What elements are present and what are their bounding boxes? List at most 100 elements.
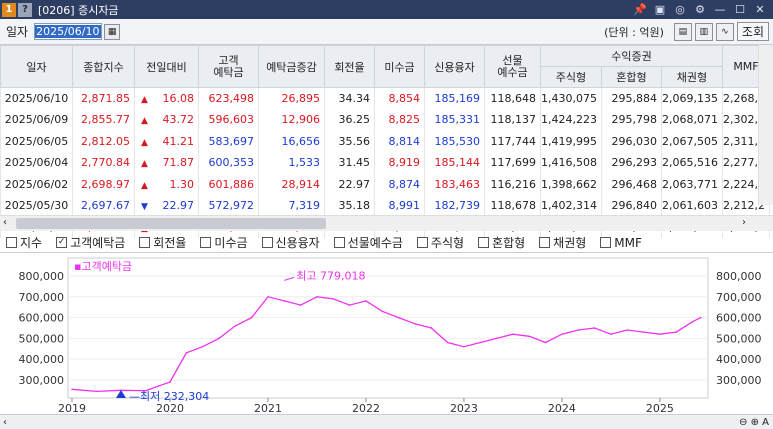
checkbox-box[interactable] [478, 237, 490, 248]
query-button[interactable]: 조회 [736, 22, 769, 41]
minimize-icon[interactable]: — [713, 3, 727, 16]
series-checkbox[interactable]: 선물예수금 [333, 234, 403, 251]
checkbox-label: 채권형 [553, 236, 587, 250]
scroll-right-icon[interactable]: › [742, 217, 746, 228]
checkbox-box[interactable] [200, 237, 212, 248]
table-view-icon[interactable]: ▤ [673, 22, 692, 41]
cell-deposit-change-value: 7,319 [288, 199, 321, 213]
settings-icon[interactable]: ⚙ [693, 3, 707, 16]
cell-turnover: 31.45 [324, 152, 375, 174]
cell-credit-value: 183,463 [434, 177, 481, 191]
col-deposit-change[interactable]: 예탁금증감 [258, 45, 325, 88]
series-checkbox[interactable]: 주식형 [416, 234, 464, 251]
col-stock-fund[interactable]: 주식형 [540, 66, 602, 88]
cell-change: 1.30 [134, 173, 199, 195]
series-checkbox[interactable]: 신용융자 [261, 234, 320, 251]
col-index[interactable]: 종합지수 [72, 45, 135, 88]
col-deposit[interactable]: 고객 예탁금 [198, 45, 259, 88]
cell-stock-fund: 1,419,995 [540, 130, 602, 152]
date-value[interactable]: 2025/06/10 [35, 25, 101, 38]
table-row[interactable]: 2025/06/04 2,770.84 71.87 600,353 1,533 31.45… [0, 152, 770, 174]
menu-number-badge[interactable]: 1 [2, 2, 16, 17]
cell-change-value: 1.30 [169, 177, 195, 191]
cell-deposit-value: 623,498 [208, 92, 255, 105]
checkbox-box[interactable] [261, 237, 273, 248]
pin-icon[interactable]: 📌 [633, 3, 647, 16]
chart-scroll-left-icon[interactable]: ‹ [3, 417, 7, 428]
date-field[interactable]: 2025/06/10 [34, 23, 103, 40]
checkbox-box[interactable] [416, 237, 428, 248]
series-checkbox[interactable]: 혼합형 [478, 234, 525, 251]
grid-vertical-scrollbar[interactable] [758, 45, 773, 205]
help-icon[interactable]: ? [18, 2, 32, 17]
close-icon[interactable]: ✕ [753, 3, 767, 16]
cell-mixed-fund: 296,468 [600, 173, 662, 195]
cell-futures: 118,648 [484, 87, 541, 109]
checkbox-box[interactable] [139, 237, 151, 248]
col-turnover[interactable]: 회전율 [324, 45, 375, 88]
cell-stock-fund: 1,398,662 [540, 173, 602, 195]
col-date[interactable]: 일자 [0, 45, 73, 88]
cell-unpaid: 8,854 [374, 87, 425, 109]
cell-change-value: 22.97 [162, 199, 195, 213]
chart-scrollbar[interactable]: ‹ ⊖ ⊕ A [0, 414, 773, 429]
cell-futures: 117,699 [484, 152, 541, 174]
deposit-point [642, 331, 645, 333]
deposit-point [185, 352, 188, 354]
deposit-point [699, 316, 702, 319]
series-checkbox[interactable]: 지수 [6, 234, 42, 251]
cell-bond-fund-value: 2,067,505 [661, 134, 718, 148]
series-checkbox[interactable]: 회전율 [139, 234, 186, 251]
cell-stock-fund-value: 1,402,314 [541, 199, 597, 213]
deposit-point [71, 388, 73, 391]
grid-horizontal-scrollbar[interactable]: ‹ › [0, 215, 773, 231]
checkbox-box[interactable]: ✓ [56, 237, 68, 248]
legend-deposit: ▪고객예탁금 [74, 260, 132, 273]
cell-mixed-fund-value: 296,468 [611, 177, 657, 191]
link-icon[interactable]: ▣ [653, 3, 667, 16]
col-mixed-fund[interactable]: 혼합형 [600, 66, 662, 88]
table-row[interactable]: 2025/05/30 2,697.67 22.97 572,972 7,319 35.18… [0, 195, 770, 217]
col-fund-group[interactable]: 수익증권 [540, 45, 723, 67]
maximize-icon[interactable]: ☐ [733, 3, 747, 16]
chart-table-view-icon[interactable]: ▥ [694, 22, 713, 41]
checkbox-box[interactable] [6, 237, 17, 248]
deposit-point [512, 333, 514, 336]
checkbox-box[interactable] [333, 237, 345, 248]
col-futures[interactable]: 선물 예수금 [484, 45, 541, 88]
cell-deposit-change-value: 26,895 [281, 92, 321, 105]
table-row[interactable]: 2025/06/10 2,871.85 16.08 623,498 26,895 34.3… [0, 87, 770, 109]
table-row[interactable]: 2025/06/02 2,698.97 1.30 601,886 28,914 22.97… [0, 173, 770, 195]
zoom-controls-icon[interactable]: ⊖ ⊕ A [739, 417, 769, 428]
calendar-icon[interactable]: ▦ [104, 23, 121, 40]
series-checkbox[interactable]: 채권형 [539, 234, 586, 251]
col-bond-fund[interactable]: 채권형 [660, 66, 723, 88]
y-tick-label-left: 300,000 [19, 374, 65, 387]
cell-stock-fund: 1,430,075 [540, 87, 602, 109]
cell-change: 22.97 [134, 195, 199, 217]
cell-deposit-change: 16,656 [258, 130, 325, 152]
checkbox-box[interactable] [539, 237, 551, 248]
cell-mixed-fund: 296,030 [600, 130, 662, 152]
table-row[interactable]: 2025/06/05 2,812.05 41.21 583,697 16,656 35.5… [0, 130, 770, 152]
table-row[interactable]: 2025/06/09 2,855.77 43.72 596,603 12,906 36.2… [0, 109, 770, 131]
series-checkbox[interactable]: MMF [600, 236, 642, 250]
checkbox-label: 신용융자 [275, 236, 320, 250]
cell-futures-value: 116,216 [490, 177, 537, 191]
col-credit[interactable]: 신용융자 [424, 45, 485, 88]
col-change[interactable]: 전일대비 [134, 45, 199, 88]
scroll-left-icon[interactable]: ‹ [3, 217, 7, 228]
cell-index-value: 2,698.97 [81, 177, 130, 191]
chart-view-icon[interactable]: ∿ [715, 22, 734, 41]
col-unpaid[interactable]: 미수금 [374, 45, 425, 88]
cell-deposit-change: 26,895 [258, 87, 325, 109]
deposit-point [332, 298, 335, 300]
checkbox-box[interactable] [600, 237, 612, 248]
series-checkbox[interactable]: ✓ 고객예탁금 [56, 234, 125, 251]
cell-deposit-value: 596,603 [208, 113, 255, 127]
series-checkbox[interactable]: 미수금 [200, 234, 248, 251]
capture-icon[interactable]: ◎ [673, 3, 687, 16]
up-arrow-icon [135, 178, 148, 191]
cell-date-value: 2025/05/30 [4, 199, 69, 213]
scroll-thumb[interactable] [16, 218, 326, 229]
